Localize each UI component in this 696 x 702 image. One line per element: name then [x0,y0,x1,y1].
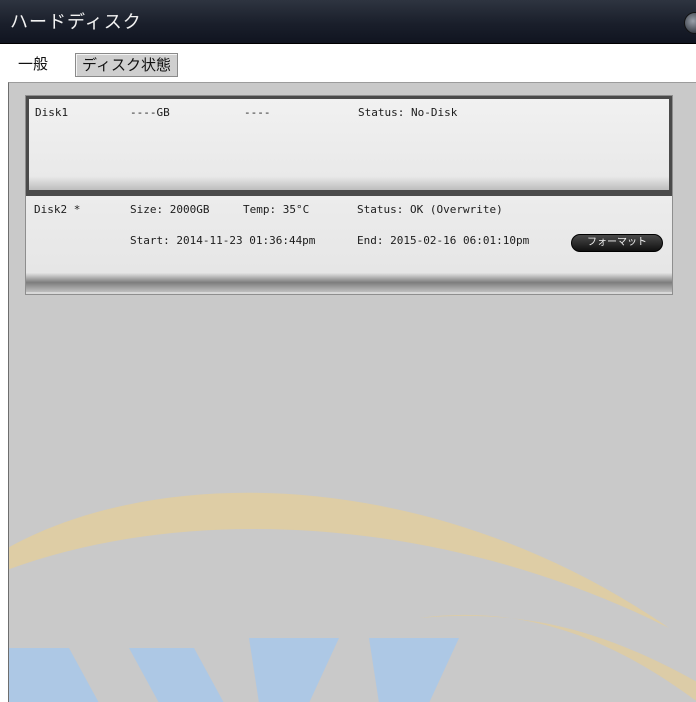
tab-general[interactable]: 一般 [12,53,54,77]
window-title: ハードディスク [10,12,142,33]
disk-row[interactable]: Disk2 * Size: 2000GB Temp: 35°C Status: … [26,196,672,292]
disk-temp: ---- [244,106,271,119]
disk-name: Disk1 [35,106,69,119]
disk-size: ----GB [130,106,170,119]
disk-size: Size: 2000GB [130,203,210,216]
content-panel: Disk1 ----GB ---- Status: No-Disk Disk2 … [8,82,696,702]
disk-start-time: Start: 2014-11-23 01:36:44pm [130,234,316,247]
disk-list: Disk1 ----GB ---- Status: No-Disk Disk2 … [25,95,673,295]
disk-temp: Temp: 35°C [243,203,310,216]
title-bar: ハードディスク [0,0,696,44]
close-icon[interactable] [684,12,696,34]
disk-end-time: End: 2015-02-16 06:01:10pm [357,234,530,247]
disk-status: Status: No-Disk [358,106,458,119]
disk-name: Disk2 * [34,203,81,216]
disk-status: Status: OK (Overwrite) [357,203,503,216]
tab-bar: 一般 ディスク状態 [0,44,696,82]
format-button[interactable]: フォーマット [571,234,663,252]
disk-row[interactable]: Disk1 ----GB ---- Status: No-Disk [26,96,672,196]
tab-disk-status[interactable]: ディスク状態 [75,53,178,77]
